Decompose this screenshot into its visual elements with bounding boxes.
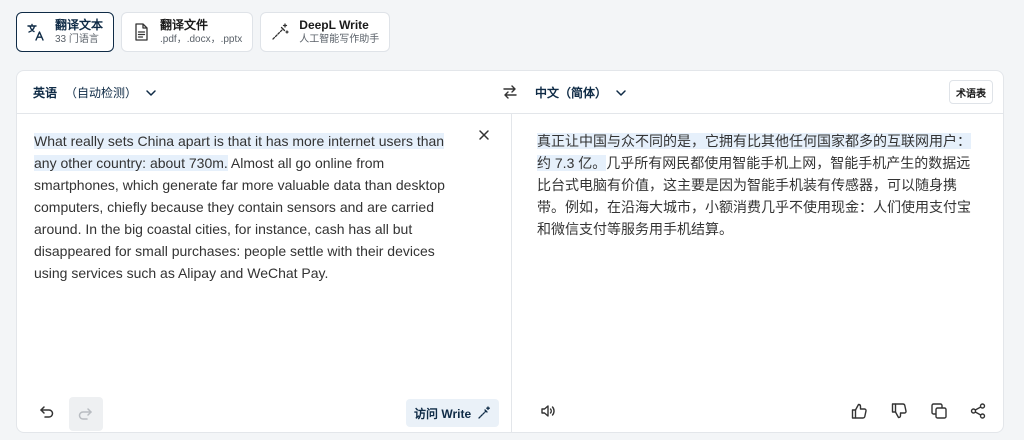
source-text-rest: Almost all go online from smartphones, w… (34, 155, 445, 281)
undo-icon[interactable] (31, 397, 61, 427)
tab-translate-files[interactable]: 翻译文件 .pdf，.docx，.pptx (121, 12, 254, 52)
target-language-label: 中文（简体） (535, 86, 608, 100)
tab-sublabel: 33 门语言 (55, 34, 99, 45)
share-icon[interactable] (967, 400, 989, 422)
tab-label: 翻译文本 (55, 18, 104, 32)
tab-label: DeepL Write (299, 18, 369, 32)
magic-wand-icon (477, 406, 491, 420)
tab-deepl-write[interactable]: DeepL Write 人工智能写作助手 (260, 12, 391, 52)
panel-divider (511, 114, 512, 432)
chevron-down-icon (615, 87, 627, 99)
tab-sublabel: 人工智能写作助手 (299, 34, 380, 45)
source-text-area[interactable]: What really sets China apart is that it … (34, 130, 454, 284)
source-language-select[interactable]: 英语 （自动检测） (33, 71, 157, 114)
language-bar: 英语 （自动检测） 中文（简体） 术语表 (17, 71, 1003, 114)
visit-write-button[interactable]: 访问 Write (406, 399, 500, 427)
target-text-area: 真正让中国与众不同的是，它拥有比其他任何国家都多的互联网用户：约 7.3 亿。几… (537, 130, 977, 240)
tab-sublabel: .pdf，.docx，.pptx (160, 34, 243, 45)
redo-icon[interactable] (69, 397, 103, 431)
copy-icon[interactable] (928, 400, 950, 422)
document-icon (131, 22, 151, 42)
chevron-down-icon (145, 87, 157, 99)
visit-write-label: 访问 Write (414, 406, 472, 421)
speaker-icon[interactable] (537, 400, 559, 422)
tab-translate-text[interactable]: 翻译文本 33 门语言 (16, 12, 115, 52)
tab-label: 翻译文件 (160, 18, 209, 32)
glossary-button[interactable]: 术语表 (949, 80, 993, 104)
translator-panel: 英语 （自动检测） 中文（简体） 术语表 What really sets Ch… (16, 70, 1004, 433)
thumbs-up-icon[interactable] (848, 400, 870, 422)
target-language-select[interactable]: 中文（简体） (535, 71, 627, 114)
mode-tabs: 翻译文本 33 门语言 翻译文件 .pdf，.docx，.pptx DeepL … (16, 12, 391, 52)
thumbs-down-icon[interactable] (888, 400, 910, 422)
close-icon[interactable] (476, 127, 492, 143)
translate-icon (26, 22, 46, 42)
swap-languages-icon[interactable] (501, 83, 519, 101)
source-language-label: 英语 (33, 86, 58, 100)
magic-wand-icon (270, 22, 290, 42)
auto-detect-label: （自动检测） (65, 86, 138, 100)
